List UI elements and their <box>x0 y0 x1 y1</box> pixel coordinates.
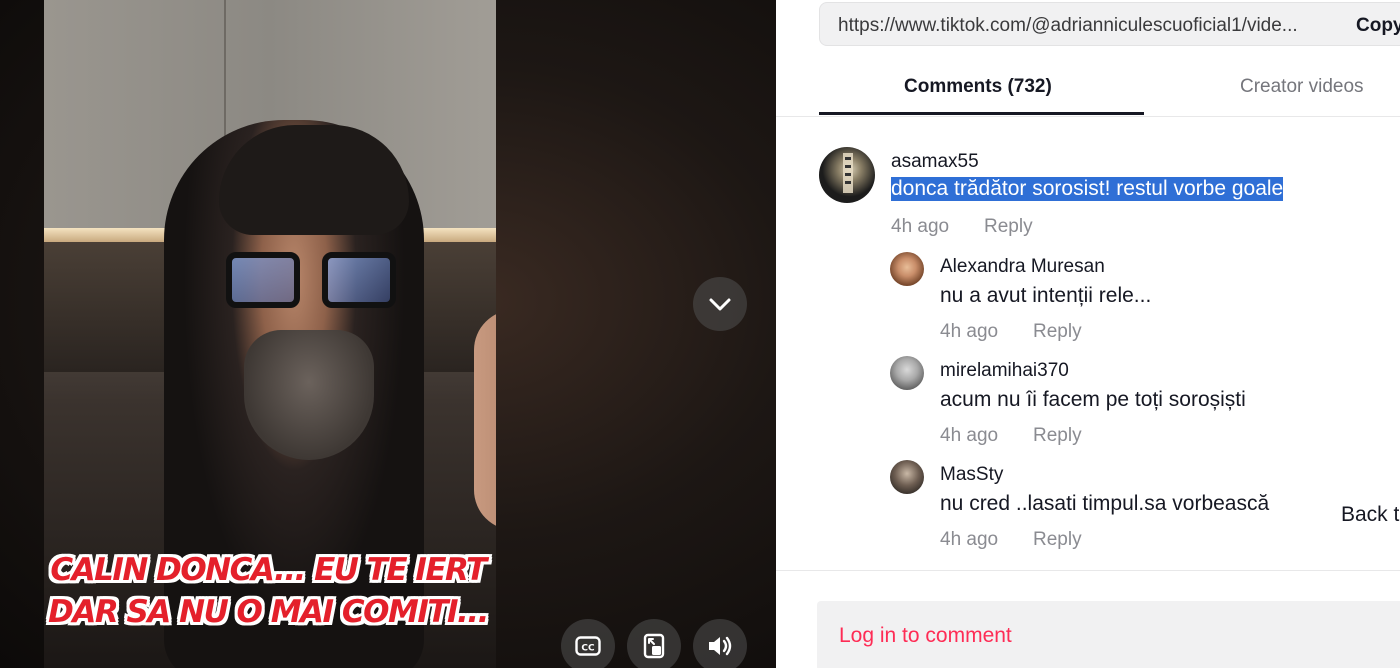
avatar-image <box>843 153 853 193</box>
video-person-hand <box>474 310 496 530</box>
active-tab-indicator <box>819 112 1144 115</box>
reply-timestamp: 4h ago <box>940 529 999 550</box>
reply-text: nu a avut intenții rele... <box>940 284 1152 307</box>
copy-link-button[interactable]: Copy <box>1356 15 1400 37</box>
comments-panel: https://www.tiktok.com/@adrianniculescuo… <box>776 0 1400 668</box>
comment-text: donca trădător sorosist! restul vorbe go… <box>891 177 1284 201</box>
tab-comments[interactable]: Comments (732) <box>904 76 1052 98</box>
comment-username[interactable]: asamax55 <box>891 151 979 173</box>
reply-username[interactable]: mirelamihai370 <box>940 360 1069 382</box>
reply-timestamp: 4h ago <box>940 321 999 342</box>
volume-button[interactable] <box>693 619 747 668</box>
volume-icon <box>709 636 732 656</box>
reply-button[interactable]: Reply <box>1033 321 1082 343</box>
video-person-beard <box>244 330 374 460</box>
captions-icon: CC <box>575 636 601 656</box>
svg-text:CC: CC <box>581 644 595 654</box>
avatar[interactable] <box>819 147 875 203</box>
mini-player-button[interactable] <box>627 619 681 668</box>
share-link-bar: https://www.tiktok.com/@adrianniculescuo… <box>819 2 1400 46</box>
chevron-down-icon <box>709 298 731 311</box>
tab-creator-videos[interactable]: Creator videos <box>1240 76 1364 98</box>
reply-button[interactable]: Reply <box>1033 425 1082 447</box>
captions-button[interactable]: CC <box>561 619 615 668</box>
login-to-comment-link[interactable]: Log in to comment <box>839 624 1012 648</box>
divider <box>776 570 1400 571</box>
login-bar[interactable]: Log in to comment <box>817 601 1400 668</box>
next-video-button[interactable] <box>693 277 747 331</box>
reply-timestamp: 4h ago <box>940 425 999 446</box>
avatar[interactable] <box>890 460 924 494</box>
video-caption-line-1: CALIN DONCA... EU TE IERT <box>50 552 487 588</box>
comment-timestamp: 4h ago <box>891 216 950 237</box>
share-link-text[interactable]: https://www.tiktok.com/@adrianniculescuo… <box>838 15 1298 37</box>
video-person-glasses <box>226 252 396 312</box>
reply-text: acum nu îi facem pe toți soroșiști <box>940 388 1246 411</box>
avatar[interactable] <box>890 356 924 390</box>
reply-username[interactable]: MasSty <box>940 464 1003 486</box>
mini-player-icon <box>643 633 665 659</box>
reply-username[interactable]: Alexandra Muresan <box>940 256 1105 278</box>
panel-tabs: Comments (732) Creator videos <box>776 50 1400 117</box>
video-caption-line-2: DAR SA NU O MAI COMITI... <box>48 594 489 630</box>
video-player[interactable]: CALIN DONCA... EU TE IERT DAR SA NU O MA… <box>0 0 776 668</box>
reply-button[interactable]: Reply <box>1033 529 1082 551</box>
video-person-hair <box>219 125 409 235</box>
reply-text: nu cred ..lasati timpul.sa vorbească <box>940 492 1270 515</box>
back-to-top-button[interactable]: Back t <box>1341 503 1399 527</box>
reply-button[interactable]: Reply <box>984 216 1033 238</box>
avatar[interactable] <box>890 252 924 286</box>
